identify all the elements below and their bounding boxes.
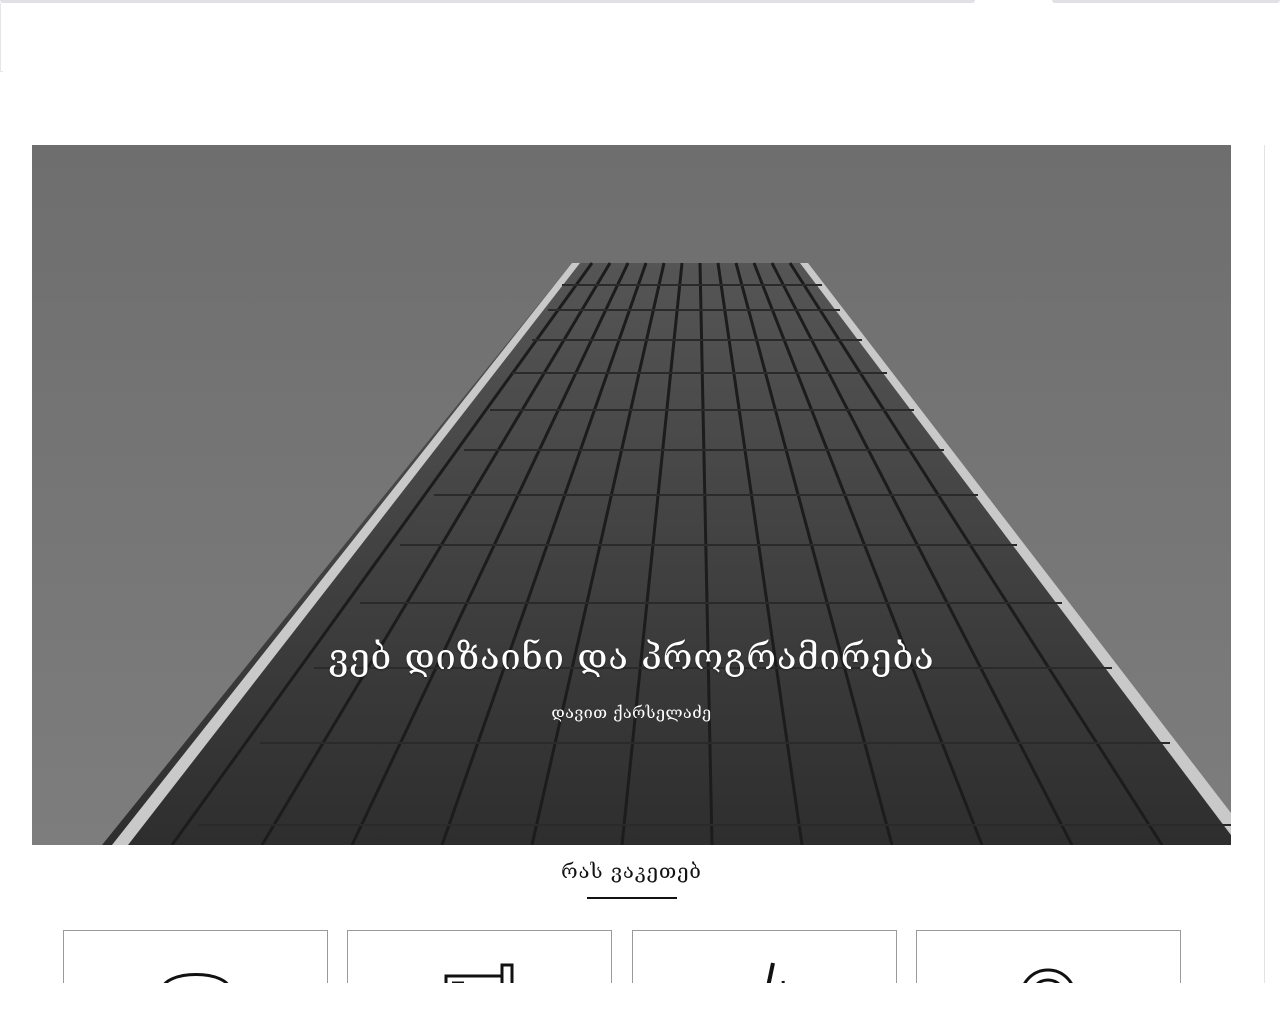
page-edge	[0, 3, 3, 72]
service-card-1[interactable]	[63, 930, 328, 991]
service-card-4[interactable]	[916, 930, 1181, 991]
hero-subtitle: დავით ქარსელაძე	[551, 703, 712, 722]
browser-tab-strip	[0, 0, 1280, 5]
tab-strip-right	[1052, 0, 1280, 3]
hero-title: ვებ დიზაინი და პროგრამირება	[328, 637, 935, 678]
service-card-2[interactable]	[347, 930, 612, 991]
building-photo	[32, 145, 1231, 845]
tab-strip-left	[0, 0, 975, 3]
service-card-3[interactable]	[632, 930, 897, 991]
hero-banner: ვებ დიზაინი და პროგრამირება დავით ქარსელ…	[32, 145, 1231, 845]
heading-underline	[587, 897, 677, 899]
viewport-bottom	[0, 983, 1280, 1024]
services-heading: რას ვაკეთებ	[561, 859, 702, 883]
page-scroll-edge	[1264, 145, 1265, 985]
